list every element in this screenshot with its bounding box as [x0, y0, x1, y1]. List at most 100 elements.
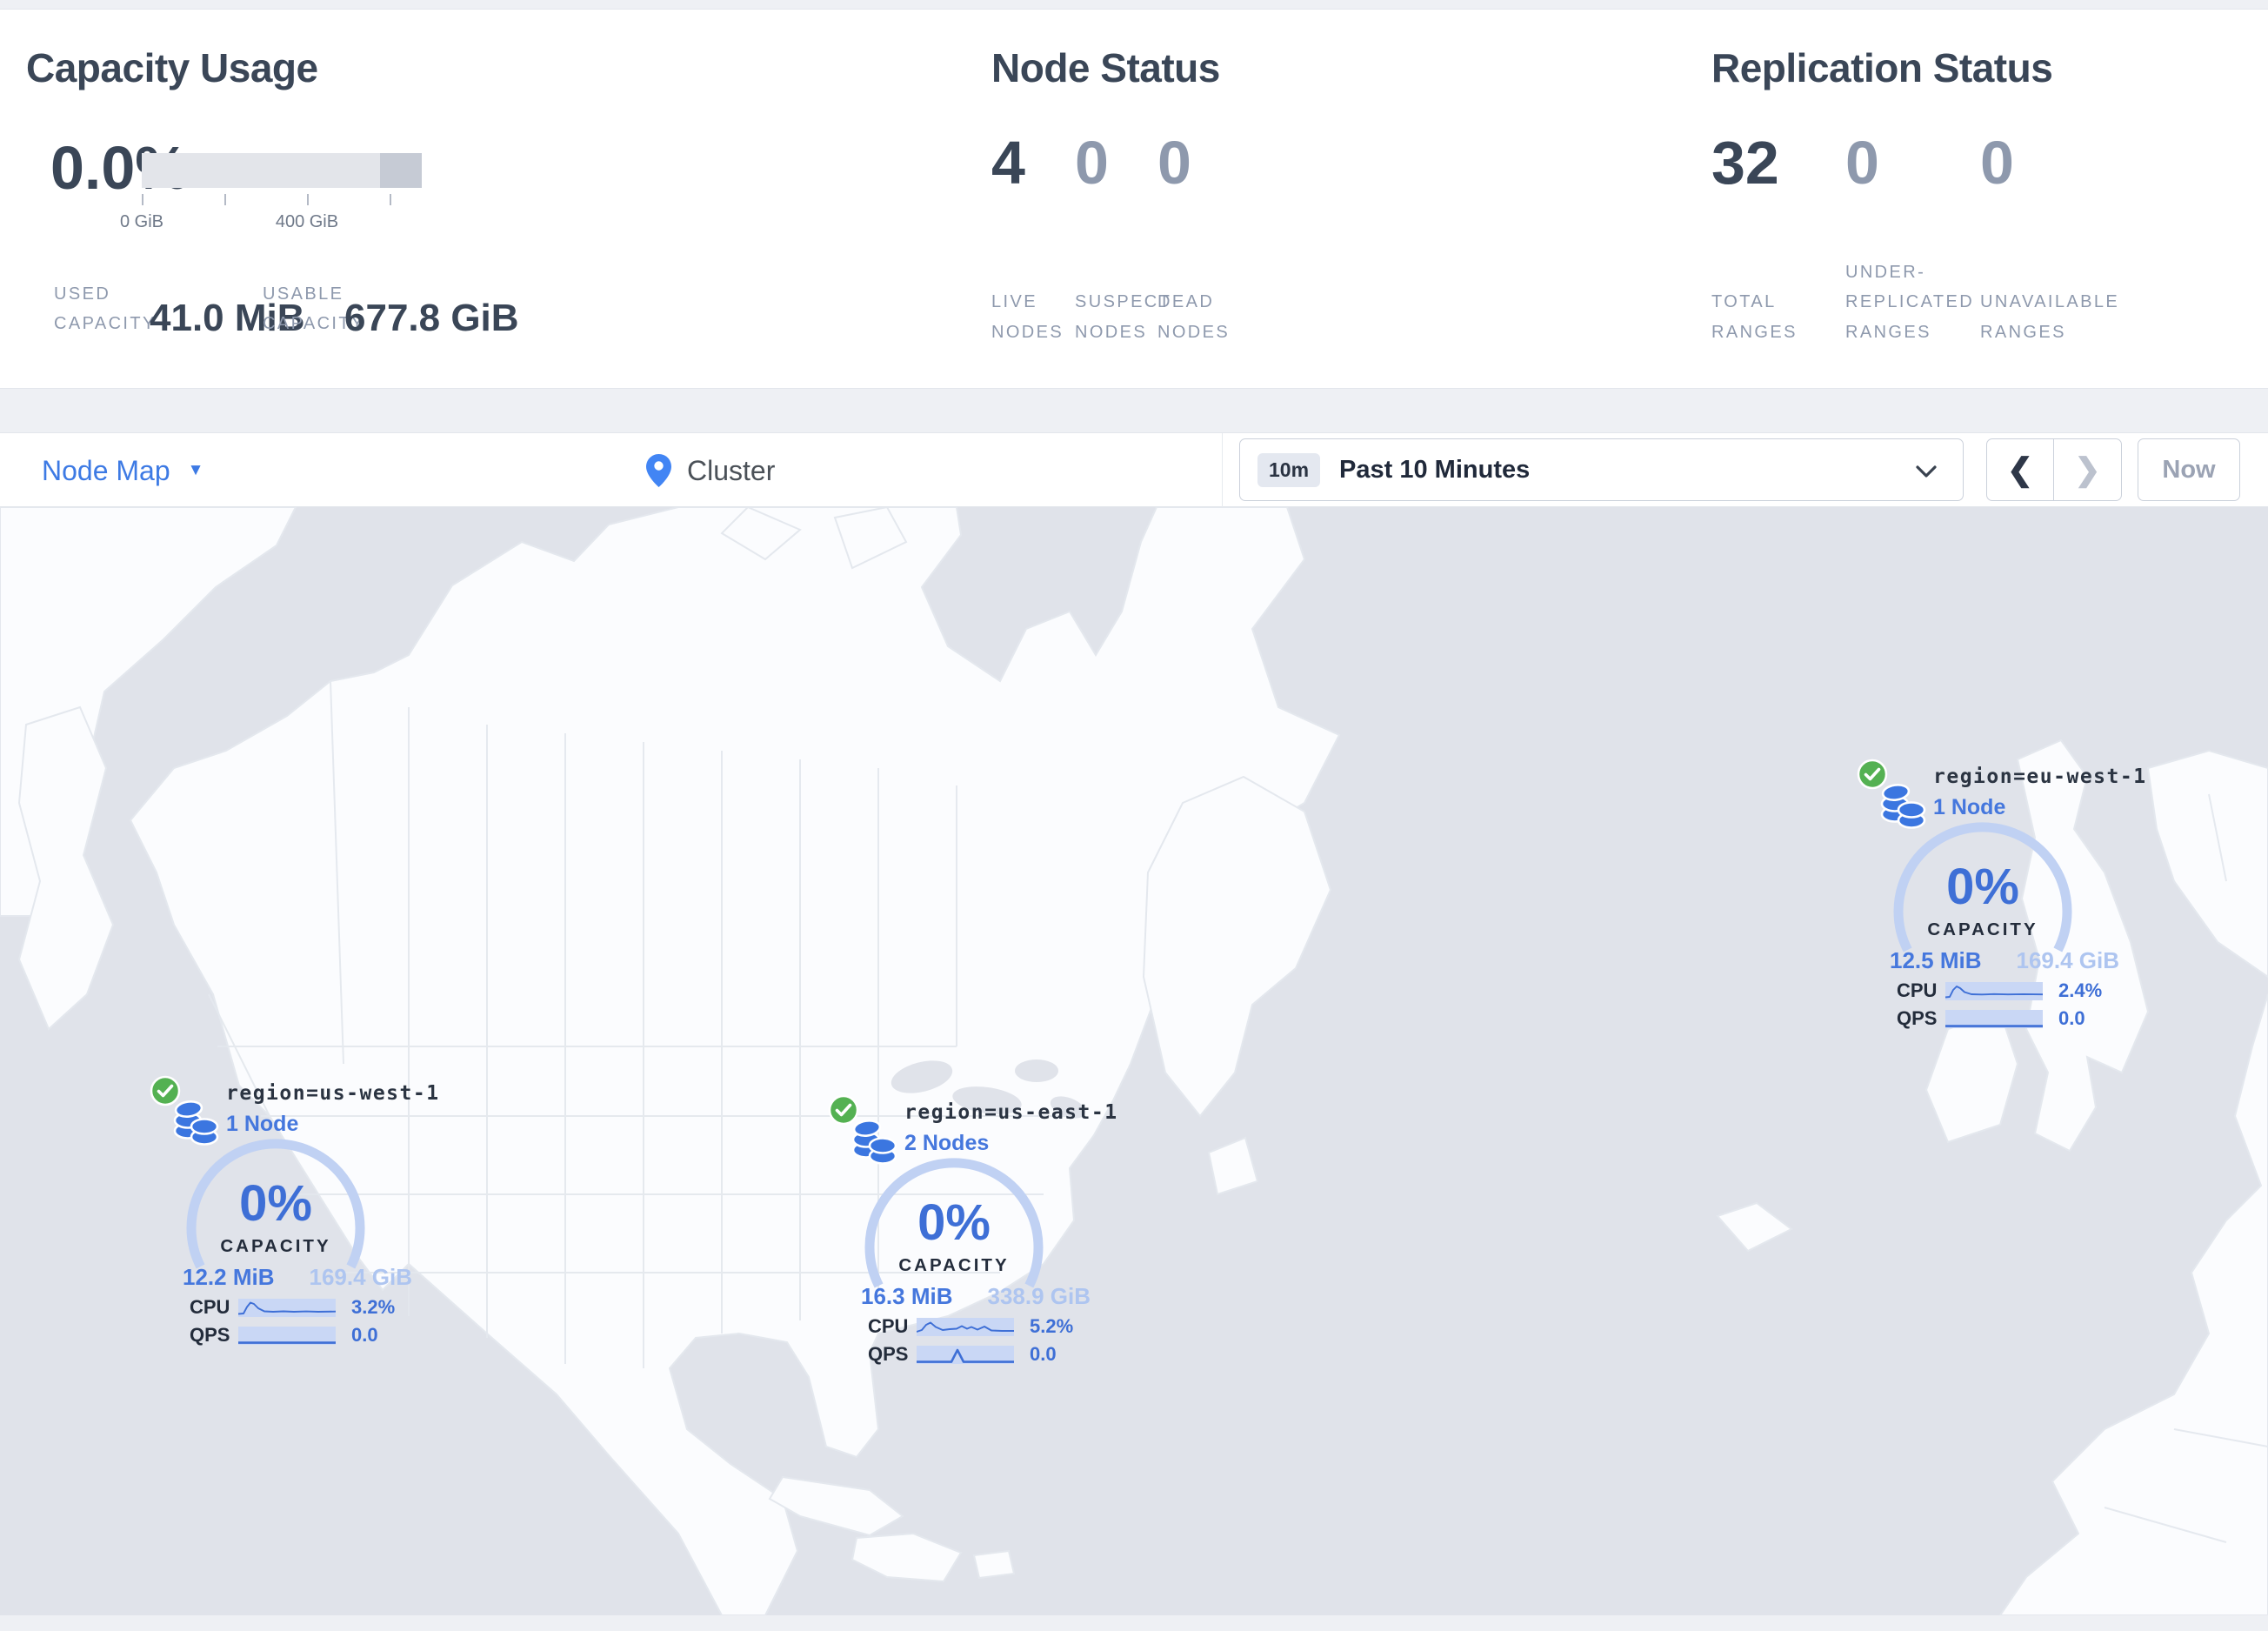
- cpu-sparkline: [1945, 981, 2043, 1000]
- stat-value: 0: [1980, 129, 2014, 197]
- used-capacity: 16.3 MiB: [861, 1283, 953, 1309]
- stat-value: 0: [1157, 129, 1191, 197]
- stat-label: DEAD NODES: [1157, 292, 1231, 342]
- now-button[interactable]: Now: [2138, 438, 2240, 501]
- stat-label: LIVE NODES: [991, 292, 1064, 342]
- capacity-bar-tick-label: 0 GiB: [119, 212, 164, 231]
- used-capacity: 12.2 MiB: [183, 1264, 275, 1290]
- sparkline-chart: [917, 1348, 1014, 1363]
- qps-sparkline: [917, 1345, 1014, 1364]
- capacity-bar-tick: [142, 194, 143, 205]
- cpu-value: 5.2%: [1030, 1315, 1074, 1337]
- qps-label: QPS: [868, 1343, 909, 1365]
- cpu-sparkline: [917, 1317, 1014, 1336]
- node-status-stats: 4 LIVE NODES 0 SUSPECT NODES 0 DEAD NODE…: [991, 129, 1279, 347]
- node-status-title: Node Status: [991, 45, 1220, 90]
- capacity-bar-tick: [306, 194, 309, 205]
- gauge-capacity-label: CAPACITY: [220, 1236, 330, 1256]
- time-window-badge: 10m: [1257, 452, 1321, 487]
- chevron-down-icon: [1916, 465, 1937, 478]
- total-capacity: 169.4 GiB: [309, 1264, 412, 1290]
- node-map-page: Capacity Usage 0.0% 0 GiB 400 GiB USED CA…: [0, 0, 2268, 1631]
- cluster-summary-bar: Capacity Usage 0.0% 0 GiB 400 GiB USED CA…: [0, 9, 2268, 389]
- gauge-capacity-label: CAPACITY: [898, 1255, 1009, 1275]
- qps-value: 0.0: [1030, 1343, 1057, 1365]
- gauge-capacity-label: CAPACITY: [1927, 919, 2038, 939]
- stat-label: SUSPECT NODES: [1075, 292, 1171, 342]
- stat-label: UNDER-REPLICATED RANGES: [1845, 262, 1975, 342]
- replication-status-stats: 32 TOTAL RANGES 0 UNDER-REPLICATED RANGE…: [1711, 129, 2145, 347]
- capacity-values: 12.5 MiB 169.4 GiB: [1890, 947, 2119, 974]
- sparkline-chart: [238, 1301, 336, 1314]
- used-capacity: 12.5 MiB: [1890, 947, 1982, 973]
- capacity-bar-tick: [223, 194, 226, 205]
- cpu-value: 3.2%: [351, 1296, 396, 1318]
- used-capacity-label: USED CAPACITY: [54, 284, 157, 334]
- usable-capacity-value: 677.8 GiB: [344, 297, 519, 339]
- node-map[interactable]: region=us-west-1 1 Node 0% CAPACITY 12.2…: [0, 507, 2268, 1615]
- cpu-label: CPU: [190, 1296, 230, 1318]
- cpu-label: CPU: [1897, 979, 1938, 1001]
- cpu-row: CPU 3.2%: [190, 1296, 395, 1319]
- stat-column: 0 SUSPECT NODES: [1075, 129, 1170, 347]
- view-mode-label: Node Map: [42, 454, 170, 486]
- capacity-bar-reserved-segment: [379, 153, 422, 188]
- qps-sparkline: [238, 1326, 336, 1345]
- sparkline-chart: [1945, 1024, 2043, 1027]
- cpu-value: 2.4%: [2058, 979, 2103, 1001]
- qps-row: QPS 0.0: [190, 1324, 378, 1347]
- qps-label: QPS: [190, 1324, 230, 1346]
- capacity-usage-panel: Capacity Usage 0.0% 0 GiB 400 GiB USED CA…: [26, 10, 948, 388]
- prev-time-window-button[interactable]: ❮: [1987, 439, 2054, 500]
- sparkline-chart: [1945, 985, 2043, 998]
- cpu-label: CPU: [868, 1315, 909, 1337]
- qps-value: 0.0: [2058, 1007, 2085, 1029]
- breadcrumb-label: Cluster: [687, 454, 776, 486]
- qps-row: QPS 0.0: [868, 1343, 1057, 1366]
- time-window-pager: ❮ ❯: [1986, 438, 2122, 501]
- node-status-panel: Node Status 4 LIVE NODES 0 SUSPECT NODES…: [991, 10, 1600, 388]
- view-mode-dropdown[interactable]: Node Map ▼: [42, 433, 203, 508]
- total-capacity: 169.4 GiB: [2016, 947, 2119, 973]
- stat-column: 4 LIVE NODES: [991, 129, 1075, 347]
- time-window-select[interactable]: 10m Past 10 Minutes: [1239, 438, 1964, 501]
- region-label: region=us-east-1: [904, 1101, 1118, 1124]
- replication-status-title: Replication Status: [1711, 45, 2053, 90]
- qps-label: QPS: [1897, 1007, 1938, 1029]
- region-label: region=eu-west-1: [1933, 765, 2147, 788]
- stat-label: TOTAL RANGES: [1711, 292, 1798, 342]
- capacity-bar-tick-label: 400 GiB: [275, 212, 339, 231]
- caret-down-icon: ▼: [187, 461, 204, 479]
- stat-label: UNAVAILABLE RANGES: [1980, 292, 2120, 342]
- cpu-row: CPU 2.4%: [1897, 979, 2102, 1002]
- qps-sparkline: [1945, 1009, 2043, 1028]
- gauge-percent: 0%: [1946, 859, 2019, 915]
- region-label: region=us-west-1: [226, 1082, 440, 1105]
- cpu-sparkline: [238, 1298, 336, 1317]
- capacity-usage-title: Capacity Usage: [26, 45, 318, 90]
- world-map: [0, 507, 2268, 1615]
- sparkline-chart: [917, 1321, 1014, 1333]
- stat-value: 32: [1711, 129, 1779, 197]
- capacity-gauge: 0% CAPACITY: [864, 1158, 1044, 1288]
- stat-column: 32 TOTAL RANGES: [1711, 129, 1845, 347]
- gauge-percent: 0%: [917, 1194, 991, 1251]
- stat-value: 0: [1845, 129, 1879, 197]
- capacity-gauge: 0% CAPACITY: [186, 1139, 365, 1269]
- capacity-bar-tick: [390, 194, 392, 205]
- stat-column: 0 UNAVAILABLE RANGES: [1980, 129, 2145, 347]
- breadcrumb-cluster[interactable]: Cluster: [645, 433, 775, 508]
- capacity-values: 16.3 MiB 338.9 GiB: [861, 1283, 1091, 1310]
- map-pin-icon: [646, 454, 671, 487]
- stat-value: 4: [991, 129, 1025, 197]
- time-window-label: Past 10 Minutes: [1339, 455, 1531, 484]
- cpu-row: CPU 5.2%: [868, 1315, 1073, 1338]
- next-time-window-button[interactable]: ❯: [2054, 439, 2121, 500]
- gauge-percent: 0%: [239, 1175, 312, 1232]
- capacity-values: 12.2 MiB 169.4 GiB: [183, 1264, 412, 1291]
- qps-value: 0.0: [351, 1324, 378, 1346]
- stat-column: 0 UNDER-REPLICATED RANGES: [1845, 129, 1980, 347]
- map-toolbar: Node Map ▼ Cluster 10m Past 10 Minutes ❮…: [0, 432, 2268, 508]
- capacity-gauge: 0% CAPACITY: [1893, 822, 2072, 953]
- stat-value: 0: [1075, 129, 1109, 197]
